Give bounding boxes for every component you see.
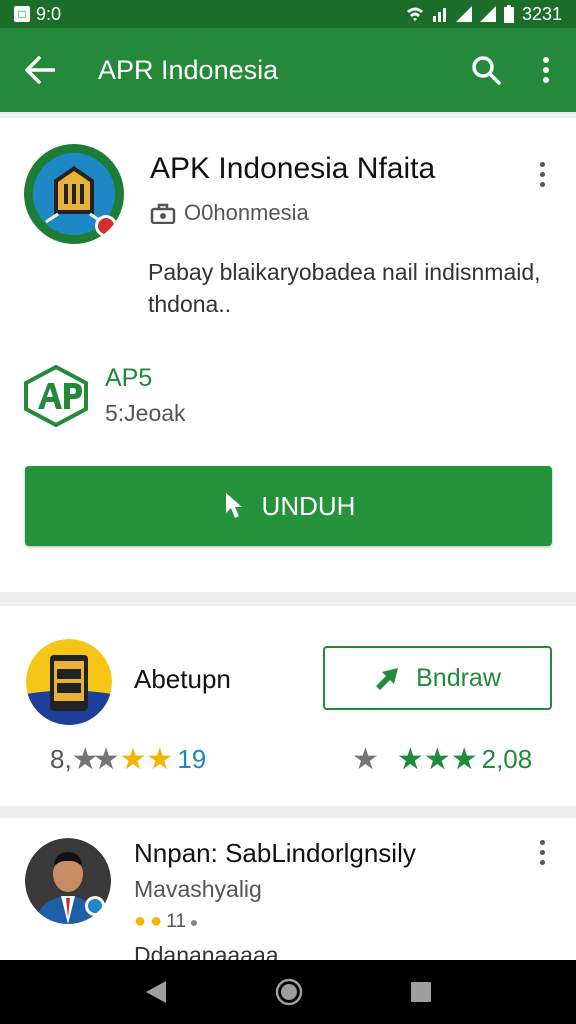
coin-icon: ● (150, 910, 163, 932)
app-description: Pabay blaikaryobadea nail indisnmaid, th… (148, 259, 541, 317)
review-meta: ● ● 11 ● (134, 910, 198, 933)
nav-back-icon[interactable] (144, 979, 168, 1005)
star-icon: ★ (352, 742, 379, 776)
app-icon[interactable] (24, 144, 124, 244)
more-options-button[interactable] (516, 28, 576, 112)
download-button[interactable]: UNDUH (25, 466, 552, 546)
signal-icon (455, 6, 472, 22)
page-title: APR Indonesia (98, 54, 279, 85)
system-nav-bar (0, 960, 576, 1024)
wifi-icon (406, 7, 423, 21)
apk-label: AP5 (105, 364, 153, 392)
apk-size: 5:Jeoak (105, 400, 186, 426)
signal-icon (432, 8, 446, 22)
nav-recents-icon[interactable] (410, 981, 432, 1003)
signal-icon (479, 6, 496, 22)
app-title: APK Indonesia Nfaita (150, 152, 436, 185)
apk-logo-icon (24, 365, 88, 427)
related-app-image (26, 639, 112, 725)
star-icon: ★ (396, 742, 424, 776)
app-logo-image (27, 147, 121, 241)
review-card: Nnpan: SabLindorlgnsily Mavashyalig ● ● … (0, 818, 576, 968)
app-detail-card: APK Indonesia Nfaita O0honmesia Pabay bl… (0, 118, 576, 592)
download-label: UNDUH (261, 490, 356, 521)
star-icon: ★ (119, 742, 147, 776)
review-more-button[interactable] (530, 834, 554, 870)
review-meta-value: 11 (166, 910, 186, 932)
related-app-card: Abetupn Bndraw 8, ★ ★ ★ ★ 19 ★ ★ ★ ★ 2,0… (0, 606, 576, 806)
avatar-image (25, 838, 111, 924)
left-rating-value: 19 (177, 744, 207, 774)
star-icon: ★ (92, 742, 120, 776)
status-left-text: 9:0 (36, 3, 62, 24)
reviewer-subtitle: Mavashyalig (134, 876, 262, 902)
arrow-back-icon (25, 56, 55, 84)
install-icon (376, 668, 399, 690)
status-bar: □ 9:0 3231 (0, 0, 576, 28)
app-bar: APR Indonesia (0, 28, 576, 112)
star-icon: ★ (423, 742, 451, 776)
app-more-button[interactable] (530, 156, 554, 192)
star-icon: ★ (450, 742, 478, 776)
dot-icon: ● (189, 913, 199, 930)
developer-row[interactable]: O0honmesia (150, 200, 309, 226)
status-right: 3231 (406, 4, 562, 25)
emoji-icon: ● (134, 910, 147, 932)
developer-icon (150, 203, 176, 224)
related-app-name: Abetupn (134, 664, 231, 694)
developer-name: O0honmesia (184, 200, 309, 225)
left-rating: 8, ★ ★ ★ ★ 19 (50, 744, 206, 775)
search-button[interactable] (456, 28, 516, 112)
back-button[interactable] (0, 28, 80, 112)
install-label: Bndraw (416, 663, 501, 692)
left-rating-prefix: 8, (50, 744, 72, 774)
star-icon: ★ (146, 742, 174, 776)
reviewer-name: Nnpan: SabLindorlgnsily (134, 838, 416, 868)
related-app-icon[interactable] (26, 639, 112, 725)
avatar[interactable] (25, 838, 111, 924)
download-icon (225, 493, 242, 518)
right-rating-value: 2,08 (481, 744, 533, 774)
install-button[interactable]: Bndraw (323, 646, 552, 710)
status-left: □ 9:0 (14, 4, 61, 25)
notification-icon: □ (14, 6, 30, 22)
battery-icon (503, 5, 514, 23)
nav-home-icon[interactable] (275, 978, 303, 1006)
search-icon (472, 56, 501, 85)
right-rating: ★ ★ ★ ★ 2,08 (352, 744, 532, 775)
more-vert-icon (543, 57, 549, 83)
status-time: 3231 (521, 3, 562, 24)
